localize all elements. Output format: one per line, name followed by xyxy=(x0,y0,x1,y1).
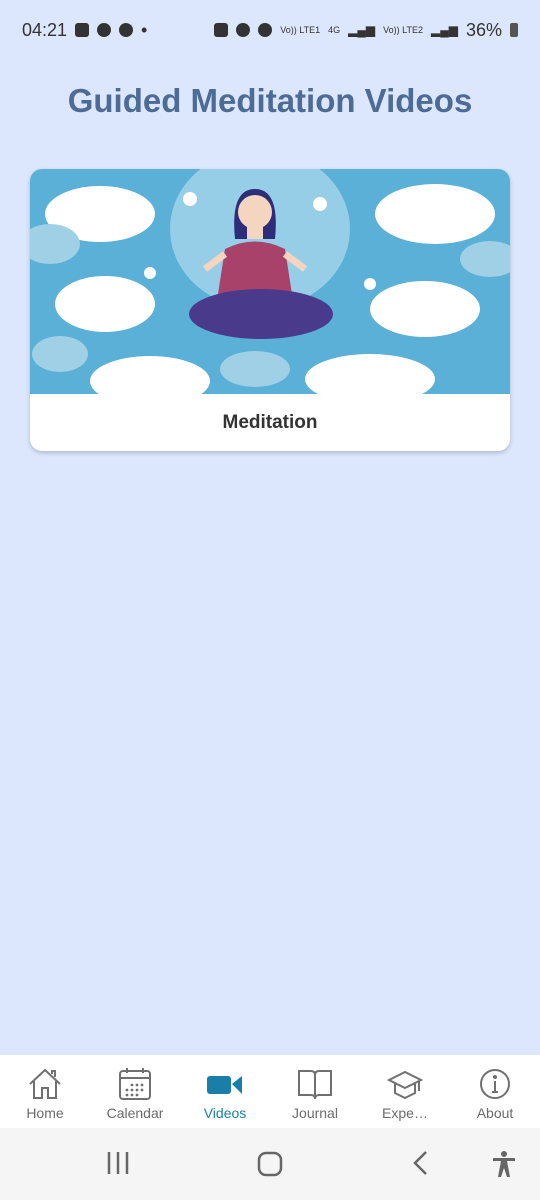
alarm-icon xyxy=(236,23,251,37)
lte2-label: Vo)) LTE2 xyxy=(383,24,423,35)
battery-icon xyxy=(510,23,518,37)
tab-about[interactable]: About xyxy=(450,1055,540,1128)
alarm-icon xyxy=(119,23,134,37)
system-navigation-bar xyxy=(0,1128,540,1200)
back-icon[interactable] xyxy=(410,1150,432,1176)
signal-icon: ▂▄▆ xyxy=(348,23,376,37)
info-icon xyxy=(480,1069,510,1099)
4g-label: 4G xyxy=(328,24,341,35)
app-icon xyxy=(97,23,112,37)
book-icon xyxy=(298,1070,332,1100)
tab-label: Calendar xyxy=(106,1105,164,1121)
tab-videos[interactable]: Videos xyxy=(180,1055,270,1128)
graduation-cap-icon xyxy=(387,1070,423,1100)
tab-journal[interactable]: Journal xyxy=(270,1055,360,1128)
tab-label: Home xyxy=(26,1105,64,1121)
tab-experts[interactable]: Expe… xyxy=(360,1055,450,1128)
home-icon xyxy=(29,1068,61,1099)
video-thumbnail xyxy=(30,169,510,394)
status-bar: 04:21 • Vo)) LTE1 4G ▂▄▆ Vo)) LTE2 ▂▄▆ 3… xyxy=(0,0,540,60)
home-button-icon[interactable] xyxy=(256,1150,284,1178)
bottom-navigation: Home Calendar Videos Journal Expe… About xyxy=(0,1055,540,1128)
accessibility-icon[interactable] xyxy=(490,1150,518,1178)
video-icon xyxy=(207,1076,242,1094)
tab-label: Videos xyxy=(203,1105,247,1121)
video-card[interactable]: Meditation xyxy=(30,169,510,451)
battery-level: 36% xyxy=(465,19,502,40)
signal-icon: ▂▄▆ xyxy=(431,23,458,37)
page-title: Guided Meditation Videos xyxy=(67,82,473,119)
lte1-label: Vo)) LTE1 xyxy=(280,24,321,35)
tab-label: Expe… xyxy=(382,1105,428,1121)
battery-saver-icon xyxy=(214,23,229,37)
clock: 04:21 xyxy=(22,19,68,40)
recent-apps-icon[interactable] xyxy=(105,1150,131,1176)
tab-label: About xyxy=(476,1105,514,1121)
dot-icon: • xyxy=(141,19,148,40)
calendar-icon xyxy=(119,1068,151,1100)
hotspot-icon xyxy=(258,23,273,37)
gallery-icon xyxy=(75,23,90,37)
video-title: Meditation xyxy=(222,411,318,433)
tab-label: Journal xyxy=(292,1105,338,1121)
tab-home[interactable]: Home xyxy=(0,1055,90,1128)
tab-calendar[interactable]: Calendar xyxy=(90,1055,180,1128)
